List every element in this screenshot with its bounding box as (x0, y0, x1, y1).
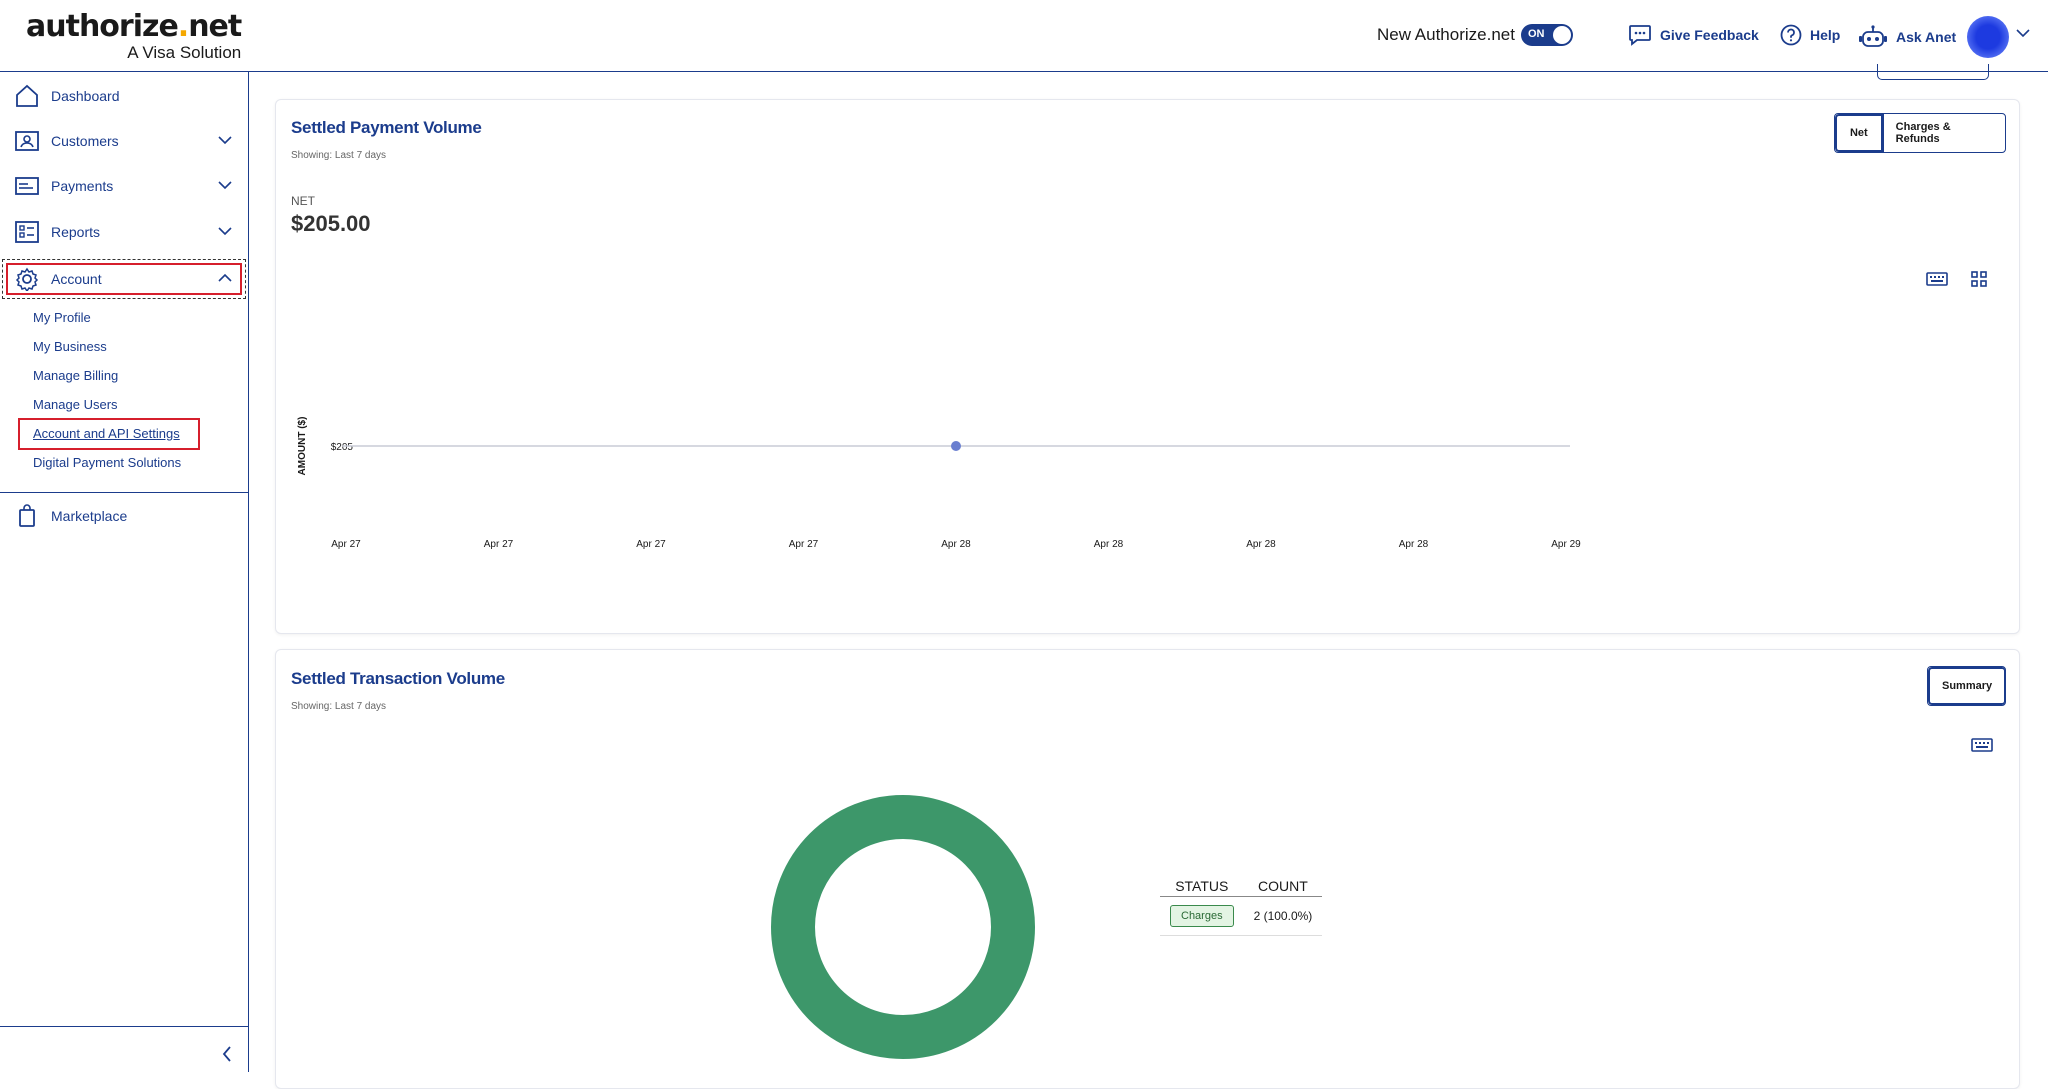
summary-button[interactable]: Summary (1928, 667, 2005, 705)
sidebar-item-marketplace[interactable]: Marketplace (0, 496, 248, 536)
sidebar-sub-my-profile[interactable]: My Profile (33, 310, 91, 325)
sidebar-divider (0, 492, 248, 493)
sidebar-sub-account-api-settings[interactable]: Account and API Settings (33, 426, 180, 441)
toggle-knob (1552, 26, 1571, 44)
status-badge: Charges (1170, 905, 1234, 927)
net-label: NET (291, 194, 315, 208)
ask-anet-link[interactable]: Ask Anet (1858, 24, 1956, 50)
help-icon (1780, 24, 1802, 46)
x-tick-label: Apr 28 (1246, 539, 1276, 550)
sidebar-sub-digital-payment-solutions[interactable]: Digital Payment Solutions (33, 455, 181, 470)
sidebar-item-label: Payments (51, 178, 114, 194)
home-icon (16, 84, 38, 107)
y-tick-label: $205 (331, 442, 354, 453)
chevron-down-icon (218, 136, 232, 145)
sidebar-item-dashboard[interactable]: Dashboard (0, 76, 248, 116)
card-title: Settled Payment Volume (291, 118, 482, 137)
settled-payment-volume-card: Settled Payment Volume Showing: Last 7 d… (275, 99, 2020, 634)
transaction-donut-chart (771, 795, 1035, 1059)
sidebar-sub-manage-users[interactable]: Manage Users (33, 397, 118, 412)
grid-icon[interactable] (1970, 270, 1988, 288)
x-tick-label: Apr 27 (636, 539, 666, 550)
x-tick-label: Apr 27 (484, 539, 514, 550)
keyboard-icon[interactable] (1971, 737, 1993, 753)
ask-anet-label: Ask Anet (1896, 29, 1957, 45)
keyboard-icon[interactable] (1926, 271, 1948, 287)
date-range-button-edge[interactable] (1877, 64, 1989, 80)
status-header: STATUS (1160, 872, 1244, 897)
sidebar-item-label: Marketplace (51, 508, 128, 524)
net-view-button[interactable]: Net (1835, 114, 1883, 152)
help-label: Help (1810, 27, 1841, 43)
status-table: STATUS COUNT Charges 2 (100.0%) (1160, 872, 1323, 936)
summary-toggle: Summary (1927, 666, 2006, 706)
x-tick-label: Apr 28 (1094, 539, 1124, 550)
net-value: $205.00 (291, 211, 371, 236)
toggle-label: New Authorize.net (1377, 25, 1515, 44)
sidebar-sub-my-business[interactable]: My Business (33, 339, 107, 354)
new-ui-toggle-group: New Authorize.net ON (1377, 24, 1573, 46)
brand-name: authorize.net (26, 9, 242, 44)
chevron-up-icon (218, 273, 232, 282)
gear-icon (15, 267, 39, 291)
view-toggle: Net Charges & Refunds (1834, 113, 2006, 153)
chevron-down-icon (218, 181, 232, 190)
card-subtitle: Showing: Last 7 days (291, 701, 387, 712)
chevron-down-icon (218, 227, 232, 236)
sidebar-item-label: Reports (51, 224, 101, 240)
sidebar-item-customers[interactable]: Customers (0, 121, 248, 161)
sidebar-item-payments[interactable]: Payments (0, 166, 248, 206)
sidebar-item-reports[interactable]: Reports (0, 212, 248, 252)
feedback-icon (1629, 25, 1651, 46)
payments-icon (15, 177, 39, 195)
sidebar-divider (0, 1026, 248, 1027)
charges-refunds-view-button[interactable]: Charges & Refunds (1882, 114, 2005, 152)
y-axis-label: AMOUNT ($) (297, 417, 308, 476)
card-title: Settled Transaction Volume (291, 669, 505, 688)
settled-transaction-volume-card: Settled Transaction Volume Showing: Last… (275, 649, 2020, 1089)
reports-icon (15, 221, 39, 243)
count-value: 2 (100.0%) (1243, 896, 1323, 936)
customers-icon (15, 131, 39, 151)
give-feedback-link[interactable]: Give Feedback (1628, 24, 1759, 46)
sidebar-sub-manage-billing[interactable]: Manage Billing (33, 368, 118, 383)
help-link[interactable]: Help (1780, 24, 1840, 46)
sidebar-item-label: Account (51, 271, 102, 287)
robot-icon (1859, 25, 1887, 47)
logo[interactable]: authorize.net A Visa Solution (26, 9, 242, 62)
data-point[interactable] (951, 441, 961, 451)
count-header: COUNT (1243, 872, 1323, 897)
x-tick-label: Apr 28 (1399, 539, 1429, 550)
avatar[interactable] (1967, 16, 2009, 58)
chevron-down-icon[interactable] (2016, 28, 2030, 38)
give-feedback-label: Give Feedback (1660, 27, 1759, 43)
sidebar-item-label: Customers (51, 133, 119, 149)
x-tick-label: Apr 27 (331, 539, 361, 550)
top-bar: authorize.net A Visa Solution New Author… (0, 0, 2048, 72)
table-row: Charges 2 (100.0%) (1160, 896, 1323, 936)
payment-volume-chart: AMOUNT ($) $205 Apr 27 Apr 27 Apr 27 Apr 27… (297, 417, 1581, 550)
table-header-row: STATUS COUNT (1160, 872, 1323, 897)
new-ui-toggle[interactable]: ON (1520, 24, 1573, 46)
sidebar: Dashboard Customers Payments Reports Acc… (0, 72, 249, 1072)
x-tick-label: Apr 28 (941, 539, 971, 550)
x-tick-label: Apr 27 (789, 539, 819, 550)
toggle-state: ON (1527, 28, 1545, 40)
chevron-left-icon[interactable] (222, 1046, 232, 1062)
sidebar-item-label: Dashboard (51, 88, 120, 104)
donut-slice-charges (771, 795, 1035, 1059)
brand-tagline: A Visa Solution (127, 43, 242, 62)
shopping-bag-icon (19, 504, 35, 527)
x-tick-label: Apr 29 (1551, 539, 1581, 550)
sidebar-item-account[interactable]: Account (0, 259, 248, 299)
card-subtitle: Showing: Last 7 days (291, 150, 387, 161)
